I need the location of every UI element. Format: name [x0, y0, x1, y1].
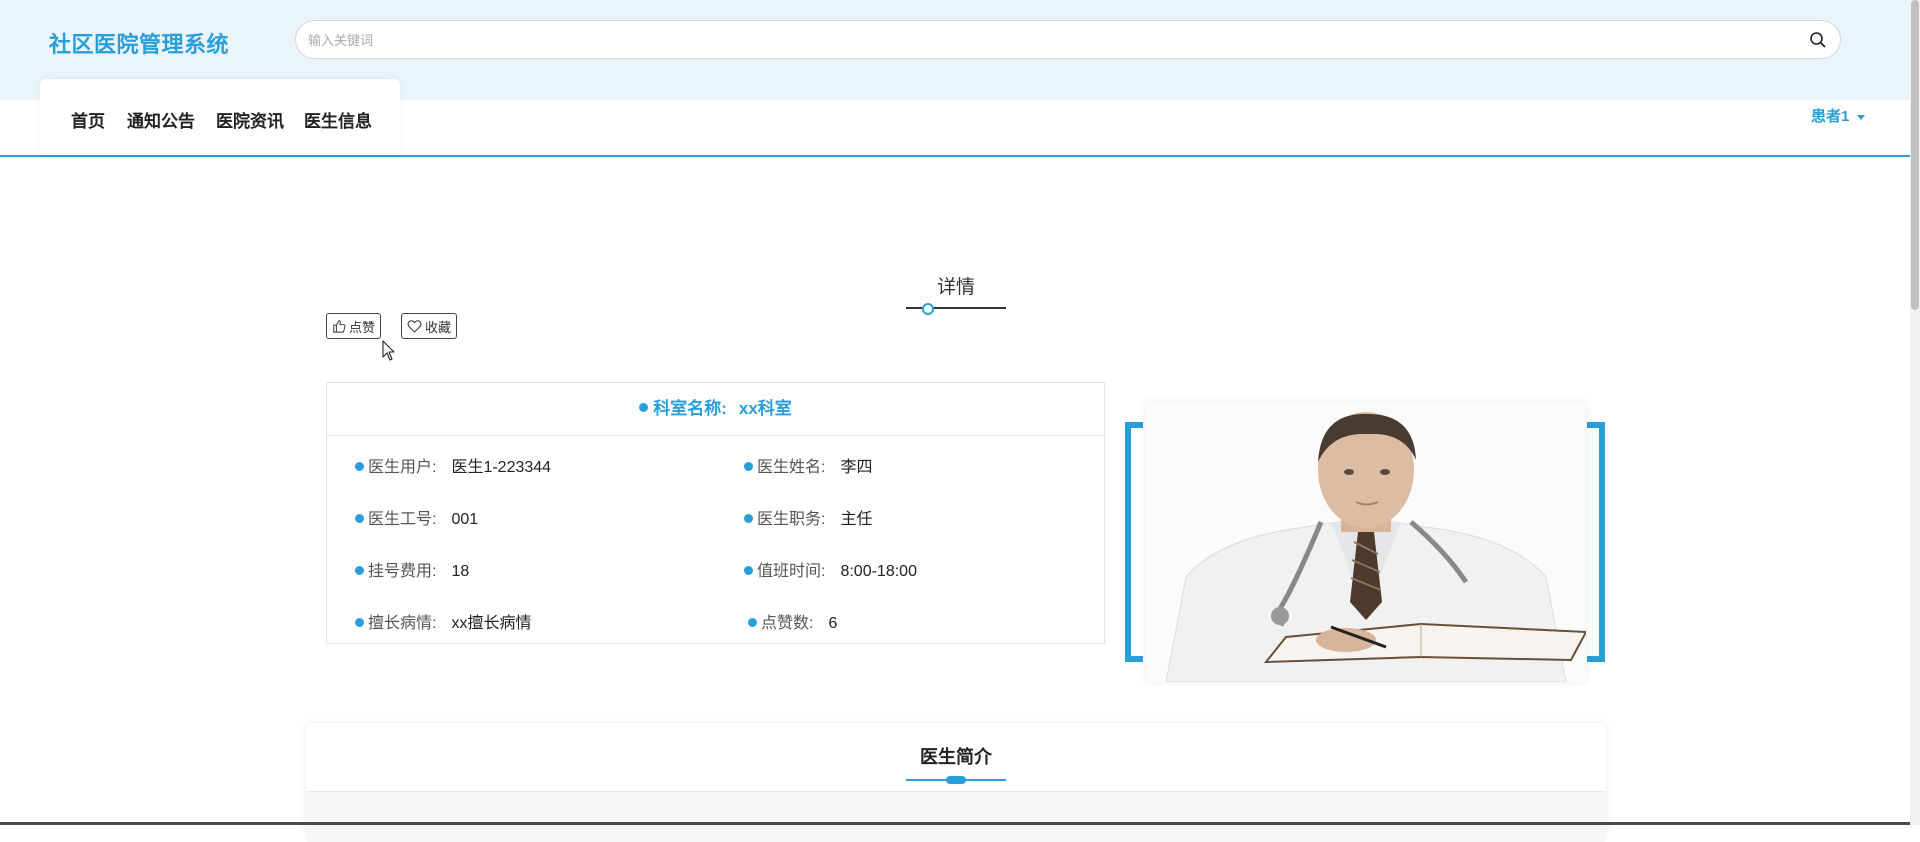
- dept-row: 科室名称: xx科室: [327, 383, 1104, 436]
- mouse-cursor-icon: [382, 340, 395, 361]
- field-value: xx擅长病情: [451, 615, 532, 632]
- scrollbar[interactable]: [1910, 0, 1920, 825]
- bullet-icon: [639, 403, 649, 413]
- field-value: 李四: [840, 459, 873, 476]
- favorite-button[interactable]: 收藏: [401, 313, 458, 339]
- field-registration-fee: 挂号费用: 18: [355, 557, 469, 581]
- nav-notices[interactable]: 通知公告: [127, 107, 195, 132]
- field-specialty: 擅长病情: xx擅长病情: [355, 609, 531, 633]
- field-doctor-id: 医生工号: 001: [355, 505, 478, 529]
- dept-label: 科室名称:: [653, 399, 727, 418]
- title-dot: [922, 303, 934, 315]
- field-label: 擅长病情:: [368, 615, 437, 632]
- nav-news[interactable]: 医院资讯: [216, 107, 284, 132]
- bullet-icon: [355, 566, 364, 576]
- favorite-label: 收藏: [425, 319, 452, 335]
- field-value: 医生1-223344: [451, 459, 552, 476]
- field-doctor-name: 医生姓名: 李四: [744, 453, 872, 477]
- heart-icon: [407, 320, 422, 333]
- bullet-icon: [355, 462, 364, 472]
- field-duty-time: 值班时间: 8:00-18:00: [744, 557, 917, 581]
- like-button[interactable]: 点赞: [326, 313, 382, 339]
- caret-down-icon: [1857, 114, 1866, 120]
- field-label: 点赞数:: [761, 615, 814, 632]
- nav-doctors[interactable]: 医生信息: [304, 107, 372, 132]
- intro-body: [306, 791, 1606, 842]
- field-label: 医生职务:: [757, 511, 826, 528]
- field-doctor-user: 医生用户: 医生1-223344: [355, 453, 551, 477]
- doctor-info-table: 科室名称: xx科室 医生用户: 医生1-223344 医生姓名: 李四 医生工号: 0…: [326, 382, 1105, 644]
- field-label: 医生姓名:: [757, 459, 826, 476]
- field-like-count: 点赞数: 6: [748, 609, 837, 633]
- nav-home[interactable]: 首页: [71, 107, 105, 132]
- intro-title: 医生简介: [920, 747, 992, 767]
- site-logo[interactable]: 社区医院管理系统: [49, 27, 229, 59]
- field-value: 8:00-18:00: [840, 563, 917, 580]
- field-doctor-title: 医生职务: 主任: [744, 505, 872, 529]
- dept-value: xx科室: [738, 399, 792, 418]
- field-label: 医生用户:: [368, 459, 437, 476]
- like-label: 点赞: [349, 319, 376, 335]
- frame-bracket-left: [1125, 422, 1143, 662]
- field-value: 001: [451, 511, 479, 528]
- doctor-intro-section: 医生简介: [306, 723, 1606, 842]
- bullet-icon: [748, 618, 757, 628]
- intro-underline-marker: [946, 776, 966, 784]
- user-name: 患者1: [1811, 108, 1850, 125]
- detail-title: 详情: [936, 277, 975, 298]
- bullet-icon: [744, 514, 753, 524]
- bullet-icon: [355, 514, 364, 524]
- user-menu[interactable]: 患者1: [1811, 105, 1866, 126]
- frame-bracket-right: [1587, 422, 1605, 662]
- search-bar: [295, 20, 1841, 60]
- scrollbar-thumb[interactable]: [1911, 0, 1919, 310]
- field-value: 主任: [840, 511, 873, 528]
- search-input[interactable]: [306, 21, 1770, 60]
- main-menu: 首页 通知公告 医院资讯 医生信息: [40, 79, 400, 155]
- field-value: 6: [828, 615, 838, 632]
- doctor-photo: [1146, 402, 1588, 683]
- bullet-icon: [355, 618, 364, 628]
- search-icon[interactable]: [1808, 30, 1828, 50]
- field-value: 18: [451, 563, 470, 580]
- thumbs-up-icon: [333, 320, 346, 333]
- field-label: 值班时间:: [757, 563, 826, 580]
- bullet-icon: [744, 462, 753, 472]
- title-underline: [906, 307, 1006, 309]
- bullet-icon: [744, 566, 753, 576]
- field-label: 医生工号:: [368, 511, 437, 528]
- field-label: 挂号费用:: [368, 563, 437, 580]
